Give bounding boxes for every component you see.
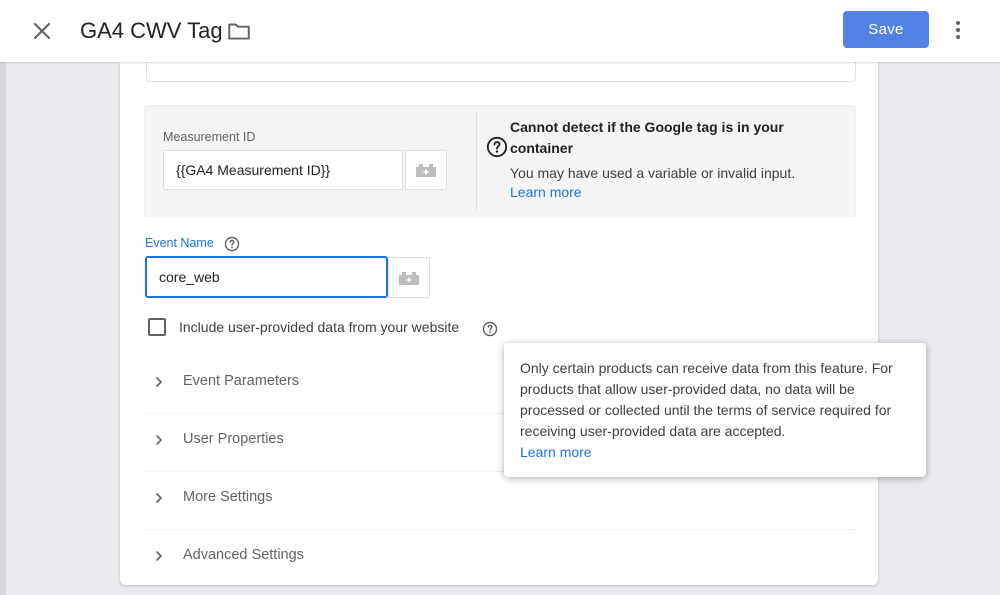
chevron-right-icon — [156, 435, 162, 445]
variable-icon — [416, 164, 436, 177]
event-name-help-button[interactable] — [224, 236, 240, 252]
folder-icon — [228, 23, 250, 40]
measurement-id-section: Measurement ID {{GA4 Measurement ID}} Ca… — [144, 105, 856, 217]
more-vert-icon — [956, 21, 960, 39]
section-divider — [476, 112, 477, 210]
tag-configuration-panel: Measurement ID {{GA4 Measurement ID}} Ca… — [120, 56, 878, 587]
section-label: Advanced Settings — [183, 547, 304, 563]
measurement-id-input[interactable]: {{GA4 Measurement ID}} — [163, 150, 403, 190]
advanced-settings-section[interactable]: Advanced Settings — [144, 529, 854, 587]
user-data-checkbox[interactable] — [148, 318, 166, 336]
user-data-checkbox-label[interactable]: Include user-provided data from your web… — [179, 319, 459, 335]
close-icon — [33, 22, 51, 40]
help-icon — [482, 321, 498, 337]
tooltip-learn-more-link[interactable]: Learn more — [520, 442, 592, 463]
user-data-tooltip: Only certain products can receive data f… — [504, 343, 926, 477]
tooltip-text: Only certain products can receive data f… — [520, 360, 893, 439]
help-icon — [224, 236, 240, 252]
chevron-right-icon — [156, 551, 162, 561]
warning-title: Cannot detect if the Google tag is in yo… — [510, 119, 784, 156]
measurement-id-label: Measurement ID — [163, 130, 256, 144]
background-strip — [0, 62, 6, 595]
event-name-label: Event Name — [145, 236, 214, 250]
help-icon — [486, 136, 508, 158]
measurement-id-variable-button[interactable] — [405, 150, 447, 190]
more-settings-section[interactable]: More Settings — [144, 471, 854, 529]
learn-more-link[interactable]: Learn more — [510, 184, 582, 200]
chevron-right-icon — [156, 493, 162, 503]
section-label: Event Parameters — [183, 373, 300, 389]
close-button[interactable] — [28, 17, 56, 45]
more-options-button[interactable] — [946, 17, 970, 43]
save-button[interactable]: Save — [843, 11, 929, 48]
variable-icon — [399, 271, 419, 285]
tag-title[interactable]: GA4 CWV Tag — [80, 17, 223, 45]
event-name-variable-button[interactable] — [388, 257, 430, 298]
event-name-input[interactable] — [145, 256, 388, 298]
user-data-help-button[interactable] — [482, 321, 498, 337]
section-label: More Settings — [183, 489, 273, 505]
folder-button[interactable] — [226, 18, 252, 44]
top-app-bar: GA4 CWV Tag Save — [0, 0, 1000, 62]
warning-message: You may have used a variable or invalid … — [510, 165, 796, 181]
chevron-right-icon — [156, 377, 162, 387]
section-label: User Properties — [183, 431, 284, 447]
